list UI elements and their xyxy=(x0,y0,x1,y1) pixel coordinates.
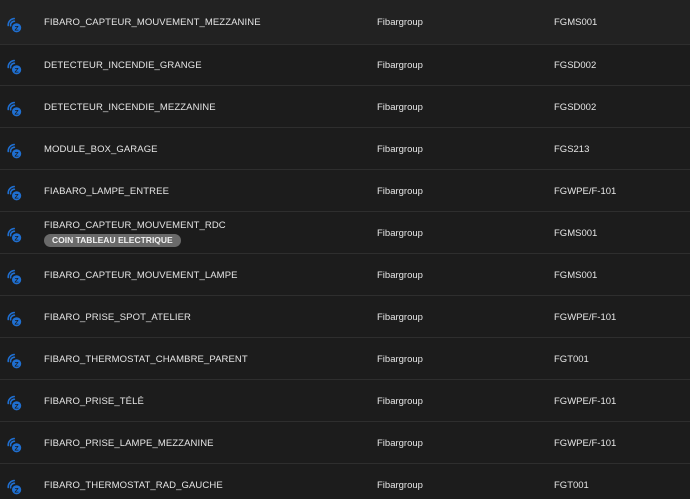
device-name-cell: FIBARO_PRISE_LAMPE_MEZZANINE xyxy=(44,423,214,464)
device-name-cell: FIBARO_THERMOSTAT_CHAMBRE_PARENT xyxy=(44,339,248,380)
device-manufacturer: Fibargroup xyxy=(377,480,423,491)
device-name: FIBARO_PRISE_TÉLÉ xyxy=(44,396,144,407)
device-model: FGMS001 xyxy=(554,270,598,281)
zwave-icon: Z xyxy=(4,15,24,35)
device-name-cell: DETECTEUR_INCENDIE_GRANGE xyxy=(44,45,202,86)
device-name-cell: FIBARO_PRISE_SPOT_ATELIER xyxy=(44,297,191,338)
svg-text:Z: Z xyxy=(15,151,19,158)
device-name-cell: FIBARO_CAPTEUR_MOUVEMENT_RDC COIN TABLEA… xyxy=(44,213,226,254)
device-row[interactable]: Z FIBARO_THERMOSTAT_CHAMBRE_PARENT Fibar… xyxy=(0,339,690,380)
svg-text:Z: Z xyxy=(15,361,19,368)
device-name-cell: FIABARO_LAMPE_ENTREE xyxy=(44,171,169,212)
device-model: FGS213 xyxy=(554,144,590,155)
svg-text:Z: Z xyxy=(15,235,19,242)
device-model: FGWPE/F-101 xyxy=(554,312,617,323)
device-name: FIBARO_THERMOSTAT_CHAMBRE_PARENT xyxy=(44,354,248,365)
device-row[interactable]: Z FIBARO_PRISE_TÉLÉ Fibargroup FGWPE/F-1… xyxy=(0,381,690,422)
device-manufacturer: Fibargroup xyxy=(377,354,423,365)
device-name-cell: FIBARO_THERMOSTAT_RAD_GAUCHE xyxy=(44,465,223,499)
device-manufacturer: Fibargroup xyxy=(377,270,423,281)
zwave-icon: Z xyxy=(4,99,24,119)
device-model: FGMS001 xyxy=(554,228,598,239)
device-manufacturer: Fibargroup xyxy=(377,102,423,113)
svg-text:Z: Z xyxy=(15,67,19,74)
location-badge: COIN TABLEAU ELECTRIQUE xyxy=(44,234,181,247)
zwave-icon: Z xyxy=(4,351,24,371)
device-name: FIBARO_CAPTEUR_MOUVEMENT_LAMPE xyxy=(44,270,238,281)
zwave-icon: Z xyxy=(4,267,24,287)
device-row[interactable]: Z FIABARO_LAMPE_ENTREE Fibargroup FGWPE/… xyxy=(0,171,690,212)
device-model: FGWPE/F-101 xyxy=(554,186,617,197)
device-model: FGSD002 xyxy=(554,60,597,71)
device-row[interactable]: Z FIBARO_PRISE_LAMPE_MEZZANINE Fibargrou… xyxy=(0,423,690,464)
zwave-icon: Z xyxy=(4,393,24,413)
zwave-icon: Z xyxy=(4,309,24,329)
device-row[interactable]: Z FIBARO_CAPTEUR_MOUVEMENT_LAMPE Fibargr… xyxy=(0,255,690,296)
device-name: FIABARO_LAMPE_ENTREE xyxy=(44,186,170,197)
device-name: FIBARO_CAPTEUR_MOUVEMENT_MEZZANINE xyxy=(44,17,261,28)
device-list: Z FIBARO_CAPTEUR_MOUVEMENT_MEZZANINE Fib… xyxy=(0,0,690,499)
device-model: FGMS001 xyxy=(554,17,598,28)
device-model: FGWPE/F-101 xyxy=(554,396,617,407)
device-model: FGT001 xyxy=(554,354,589,365)
device-name: FIBARO_PRISE_LAMPE_MEZZANINE xyxy=(44,438,214,449)
device-name: MODULE_BOX_GARAGE xyxy=(44,144,158,155)
device-name-cell: FIBARO_PRISE_TÉLÉ xyxy=(44,381,144,422)
device-row[interactable]: Z FIBARO_THERMOSTAT_RAD_GAUCHE Fibargrou… xyxy=(0,465,690,499)
svg-text:Z: Z xyxy=(15,403,19,410)
svg-text:Z: Z xyxy=(15,487,19,494)
device-manufacturer: Fibargroup xyxy=(377,17,423,28)
device-manufacturer: Fibargroup xyxy=(377,60,423,71)
zwave-icon: Z xyxy=(4,435,24,455)
device-model: FGT001 xyxy=(554,480,589,491)
device-model: FGWPE/F-101 xyxy=(554,438,617,449)
zwave-icon: Z xyxy=(4,477,24,497)
device-manufacturer: Fibargroup xyxy=(377,438,423,449)
device-name-cell: FIBARO_CAPTEUR_MOUVEMENT_LAMPE xyxy=(44,255,238,296)
device-manufacturer: Fibargroup xyxy=(377,144,423,155)
device-name: FIBARO_CAPTEUR_MOUVEMENT_RDC xyxy=(44,220,226,231)
device-name: DETECTEUR_INCENDIE_GRANGE xyxy=(44,60,202,71)
device-row[interactable]: Z MODULE_BOX_GARAGE Fibargroup FGS213 xyxy=(0,129,690,170)
zwave-icon: Z xyxy=(4,225,24,245)
device-name-cell: DETECTEUR_INCENDIE_MEZZANINE xyxy=(44,87,216,128)
device-manufacturer: Fibargroup xyxy=(377,312,423,323)
device-name: FIBARO_PRISE_SPOT_ATELIER xyxy=(44,312,191,323)
device-name-cell: MODULE_BOX_GARAGE xyxy=(44,129,158,170)
device-row[interactable]: Z FIBARO_CAPTEUR_MOUVEMENT_MEZZANINE Fib… xyxy=(0,0,690,45)
device-manufacturer: Fibargroup xyxy=(377,186,423,197)
svg-text:Z: Z xyxy=(15,277,19,284)
svg-text:Z: Z xyxy=(15,319,19,326)
zwave-icon: Z xyxy=(4,141,24,161)
svg-text:Z: Z xyxy=(15,445,19,452)
device-row[interactable]: Z FIBARO_PRISE_SPOT_ATELIER Fibargroup F… xyxy=(0,297,690,338)
device-manufacturer: Fibargroup xyxy=(377,396,423,407)
device-row[interactable]: Z DETECTEUR_INCENDIE_GRANGE Fibargroup F… xyxy=(0,45,690,86)
device-name: FIBARO_THERMOSTAT_RAD_GAUCHE xyxy=(44,480,223,491)
svg-text:Z: Z xyxy=(15,193,19,200)
svg-text:Z: Z xyxy=(15,109,19,116)
zwave-icon: Z xyxy=(4,57,24,77)
svg-text:Z: Z xyxy=(15,25,19,32)
device-name-cell: FIBARO_CAPTEUR_MOUVEMENT_MEZZANINE xyxy=(44,0,261,45)
device-row[interactable]: Z FIBARO_CAPTEUR_MOUVEMENT_RDC COIN TABL… xyxy=(0,213,690,254)
device-manufacturer: Fibargroup xyxy=(377,228,423,239)
device-row[interactable]: Z DETECTEUR_INCENDIE_MEZZANINE Fibargrou… xyxy=(0,87,690,128)
device-name: DETECTEUR_INCENDIE_MEZZANINE xyxy=(44,102,216,113)
zwave-icon: Z xyxy=(4,183,24,203)
device-model: FGSD002 xyxy=(554,102,597,113)
